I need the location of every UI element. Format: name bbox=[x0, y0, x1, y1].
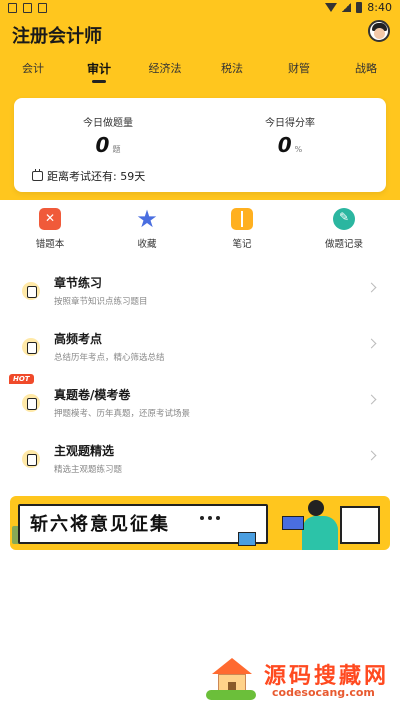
exam-countdown: 距离考试还有: 59天 bbox=[32, 168, 145, 184]
list-item-exam-papers[interactable]: HOT 真题卷/模考卷 押题模考、历年真题，还原考试场景 bbox=[0, 374, 400, 432]
favorites-label: 收藏 bbox=[137, 239, 157, 250]
watermark-url: codesocang.com bbox=[272, 686, 375, 699]
tab-audit[interactable]: 审计 bbox=[79, 60, 119, 77]
status-time: 8:40 bbox=[367, 1, 392, 14]
tab-economic-law[interactable]: 经济法 bbox=[145, 60, 185, 76]
chevron-right-icon bbox=[366, 450, 377, 461]
active-tab-indicator bbox=[92, 80, 106, 83]
house-logo-icon bbox=[206, 658, 256, 700]
record-icon bbox=[333, 208, 355, 230]
list-item-subtitle: 总结历年考点，精心筛选总结 bbox=[54, 353, 165, 363]
notes-button[interactable]: 笔记 bbox=[212, 208, 272, 250]
today-count-value: 0 bbox=[95, 133, 110, 157]
today-score: 今日得分率 0% bbox=[210, 114, 370, 157]
list-item-subtitle: 精选主观题练习题 bbox=[54, 465, 123, 475]
subjective-icon bbox=[22, 450, 40, 468]
chevron-right-icon bbox=[366, 282, 377, 293]
signal-icon bbox=[342, 3, 352, 12]
today-score-value: 0 bbox=[277, 133, 292, 157]
tab-accounting[interactable]: 会计 bbox=[13, 60, 53, 76]
stats-card: 今日做题量 0题 今日得分率 0% 距离考试还有: 59天 bbox=[14, 98, 386, 192]
notification-icon bbox=[8, 3, 17, 13]
notification-icon bbox=[38, 3, 47, 13]
list-item-subtitle: 押题模考、历年真题，还原考试场景 bbox=[54, 409, 191, 419]
notes-label: 笔记 bbox=[232, 239, 252, 250]
status-bar: 8:40 bbox=[0, 0, 400, 16]
list-item-title: 主观题精选 bbox=[54, 444, 115, 458]
wifi-icon bbox=[325, 3, 338, 12]
countdown-text: 距离考试还有: 59天 bbox=[47, 170, 146, 183]
today-count: 今日做题量 0题 bbox=[28, 114, 188, 157]
list-item-subjective[interactable]: 主观题精选 精选主观题练习题 bbox=[0, 438, 400, 488]
wrong-book-icon bbox=[39, 208, 61, 230]
tab-finance-management[interactable]: 财管 bbox=[279, 60, 319, 76]
battery-icon bbox=[356, 2, 363, 13]
hot-points-icon bbox=[22, 338, 40, 356]
star-icon bbox=[136, 205, 158, 233]
favorites-button[interactable]: 收藏 bbox=[117, 205, 177, 250]
today-score-unit: % bbox=[294, 145, 303, 154]
book-illustration bbox=[282, 516, 304, 530]
tab-tax-law[interactable]: 税法 bbox=[212, 60, 252, 76]
today-score-label: 今日得分率 bbox=[265, 118, 315, 129]
page-title: 注册会计师 bbox=[12, 26, 102, 47]
watermark: 源码搜藏网 codesocang.com bbox=[206, 654, 396, 704]
wrong-book-label: 错题本 bbox=[35, 239, 65, 250]
list-item-subtitle: 按照章节知识点练习题目 bbox=[54, 297, 148, 307]
person-illustration bbox=[302, 516, 338, 550]
calendar-icon bbox=[32, 169, 43, 181]
chevron-right-icon bbox=[366, 338, 377, 349]
list-item-title: 高频考点 bbox=[54, 332, 103, 346]
today-count-unit: 题 bbox=[112, 145, 121, 154]
notification-icon bbox=[23, 3, 32, 13]
paper-illustration bbox=[340, 506, 380, 544]
list-item-high-frequency[interactable]: 高频考点 总结历年考点，精心筛选总结 bbox=[0, 326, 400, 376]
exam-paper-icon bbox=[22, 394, 40, 412]
chapter-icon bbox=[22, 282, 40, 300]
gift-illustration bbox=[238, 532, 256, 546]
notebook-icon bbox=[231, 208, 253, 230]
subject-tabs: 会计 审计 经济法 税法 财管 战略 bbox=[0, 60, 400, 82]
wrong-book-button[interactable]: 错题本 bbox=[20, 208, 80, 250]
promo-banner[interactable]: 斩六将意见征集 bbox=[10, 496, 390, 550]
person-head-illustration bbox=[308, 500, 324, 516]
banner-text: 斩六将意见征集 bbox=[30, 514, 170, 535]
practice-record-button[interactable]: 做题记录 bbox=[314, 208, 374, 250]
list-item-title: 真题卷/模考卷 bbox=[54, 388, 131, 402]
practice-record-label: 做题记录 bbox=[324, 239, 363, 250]
list-item-title: 章节练习 bbox=[54, 276, 103, 290]
avatar[interactable] bbox=[368, 20, 390, 42]
today-count-label: 今日做题量 bbox=[83, 118, 133, 129]
hot-badge: HOT bbox=[9, 374, 34, 384]
tab-strategy[interactable]: 战略 bbox=[346, 60, 386, 76]
list-item-chapter-practice[interactable]: 章节练习 按照章节知识点练习题目 bbox=[0, 270, 400, 320]
chevron-right-icon bbox=[366, 394, 377, 405]
